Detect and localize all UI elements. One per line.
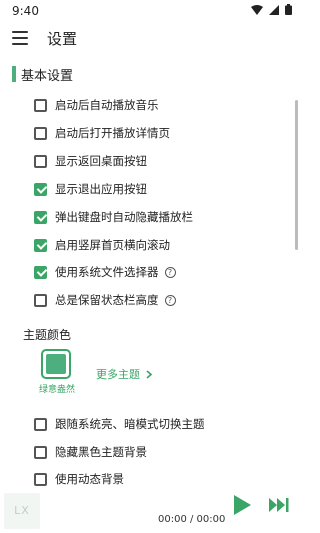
theme-name: 绿意盎然: [38, 385, 75, 395]
status-icons: [251, 4, 292, 15]
checkbox[interactable]: [34, 417, 47, 431]
album-art[interactable]: LX: [4, 493, 40, 529]
checkbox-checked[interactable]: [34, 210, 47, 224]
wifi-icon: [251, 4, 263, 15]
player-time: 00:00 / 00:00: [158, 514, 226, 525]
more-themes-label: 更多主题: [96, 368, 140, 381]
option-row[interactable]: 使用系统文件选择器?: [34, 262, 176, 282]
option-row[interactable]: 隐藏黑色主题背景: [34, 442, 147, 462]
theme-swatch[interactable]: [41, 349, 71, 379]
page-title: 设置: [47, 30, 78, 48]
option-label: 使用动态背景: [55, 472, 124, 486]
checkbox[interactable]: [34, 472, 47, 486]
help-icon[interactable]: ?: [164, 266, 176, 278]
battery-icon: [285, 4, 292, 15]
play-icon[interactable]: [231, 493, 253, 517]
option-label: 启动后打开播放详情页: [55, 126, 170, 140]
option-label: 跟随系统亮、暗模式切换主题: [55, 417, 205, 431]
app-bar: 设置: [0, 24, 300, 54]
checkbox-checked[interactable]: [34, 265, 47, 279]
checkbox-checked[interactable]: [34, 182, 47, 196]
signal-icon: [269, 4, 279, 15]
theme-swatch-fill: [46, 354, 66, 374]
option-row[interactable]: 启用竖屏首页横向滚动: [34, 235, 170, 255]
checkbox[interactable]: [34, 293, 47, 307]
option-row[interactable]: 显示返回桌面按钮: [34, 151, 147, 171]
checkbox-checked[interactable]: [34, 238, 47, 252]
section-accent-bar: [12, 66, 16, 82]
option-row[interactable]: 显示退出应用按钮: [34, 179, 147, 199]
chevron-right-icon: [146, 369, 152, 379]
status-time: 9:40: [12, 4, 39, 18]
option-label: 使用系统文件选择器: [55, 265, 159, 279]
more-themes-link[interactable]: 更多主题: [96, 366, 152, 382]
checkbox[interactable]: [34, 445, 47, 459]
player-bar: LX 00:00 / 00:00: [0, 493, 300, 533]
option-row[interactable]: 总是保留状态栏高度?: [34, 290, 176, 310]
checkbox[interactable]: [34, 98, 47, 112]
help-icon[interactable]: ?: [164, 294, 176, 306]
option-row[interactable]: 跟随系统亮、暗模式切换主题: [34, 414, 205, 434]
next-icon[interactable]: [268, 496, 290, 514]
option-label: 总是保留状态栏高度: [55, 293, 159, 307]
option-label: 显示返回桌面按钮: [55, 154, 147, 168]
checkbox[interactable]: [34, 126, 47, 140]
section-title: 基本设置: [21, 69, 74, 84]
option-row[interactable]: 启动后打开播放详情页: [34, 123, 170, 143]
option-row[interactable]: 启动后自动播放音乐: [34, 95, 159, 115]
option-label: 启用竖屏首页横向滚动: [55, 238, 170, 252]
option-label: 显示退出应用按钮: [55, 182, 147, 196]
option-label: 弹出键盘时自动隐藏播放栏: [55, 210, 193, 224]
scrollbar[interactable]: [295, 100, 298, 250]
checkbox[interactable]: [34, 154, 47, 168]
option-label: 隐藏黑色主题背景: [55, 445, 147, 459]
theme-heading: 主题颜色: [23, 328, 72, 342]
option-row[interactable]: 使用动态背景: [34, 469, 124, 489]
option-label: 启动后自动播放音乐: [55, 98, 159, 112]
option-row[interactable]: 弹出键盘时自动隐藏播放栏: [34, 207, 193, 227]
menu-icon[interactable]: [12, 31, 28, 45]
status-bar: 9:40: [0, 0, 300, 24]
